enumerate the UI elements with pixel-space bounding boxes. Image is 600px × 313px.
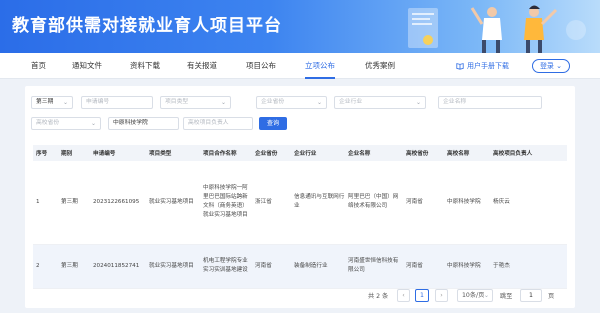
nav-approved-projects[interactable]: 立项公布 xyxy=(305,53,335,79)
apply-no-input[interactable]: 申请编号 xyxy=(81,96,153,109)
prev-page-button[interactable]: ‹ xyxy=(397,289,410,302)
nav-project-announce[interactable]: 项目公布 xyxy=(246,53,276,79)
col-header-enterprise-industry: 企业行业 xyxy=(291,145,345,161)
school-name-input[interactable]: 中原科技学院 xyxy=(108,117,179,130)
cell-school-name: 中原科技学院 xyxy=(444,244,490,289)
col-header-school-province: 高校省份 xyxy=(403,145,444,161)
col-header-school-name: 高校名称 xyxy=(444,145,490,161)
page-size-value: 10条/页 xyxy=(462,292,485,299)
school-province-placeholder: 高校省份 xyxy=(36,120,60,126)
cell-apply-no: 2023122661095 xyxy=(90,161,146,245)
enterprise-province-select[interactable]: 企业省份 ⌄ xyxy=(256,96,327,109)
chevron-down-icon: ⌄ xyxy=(90,120,96,127)
cell-enterprise-name: 阿里巴巴（中国）网络技术有限公司 xyxy=(345,161,403,245)
table-header-row: 序号 期别 申请编号 项目类型 项目合作名称 企业省份 企业行业 企业名称 高校… xyxy=(33,145,567,161)
manual-download-label: 用户手册下载 xyxy=(467,62,509,70)
chevron-down-icon: ⌄ xyxy=(316,99,322,106)
banner-illustration xyxy=(408,5,586,53)
batch-select[interactable]: 第三期 ⌄ xyxy=(31,96,73,109)
chevron-down-icon: ⌄ xyxy=(483,292,489,299)
chevron-down-icon: ⌄ xyxy=(556,62,563,70)
cell-school-leader: 杨庆云 xyxy=(490,161,567,245)
search-button[interactable]: 查询 xyxy=(259,117,287,130)
col-header-enterprise-province: 企业省份 xyxy=(252,145,291,161)
chevron-down-icon: ⌄ xyxy=(220,99,226,106)
chevron-down-icon: ⌄ xyxy=(415,99,421,106)
results-table: 序号 期别 申请编号 项目类型 项目合作名称 企业省份 企业行业 企业名称 高校… xyxy=(33,145,567,289)
col-header-project-name: 项目合作名称 xyxy=(200,145,252,161)
col-header-batch: 期别 xyxy=(58,145,90,161)
total-count: 共 2 条 xyxy=(368,293,389,300)
manual-download-link[interactable]: 用户手册下载 xyxy=(456,53,509,79)
login-button[interactable]: 登录 ⌄ xyxy=(532,59,570,73)
cell-index: 2 xyxy=(33,244,58,289)
results-card: 第三期 ⌄ 申请编号 项目类型 ⌄ 企业省份 ⌄ 企业行业 ⌄ 企业名称 高校省份 ⌄ 中… xyxy=(25,86,575,308)
header-banner: 教育部供需对接就业育人项目平台 xyxy=(0,0,600,53)
enterprise-industry-placeholder: 企业行业 xyxy=(339,99,363,105)
cell-enterprise-industry: 信息通讯与互联网行业 xyxy=(291,161,345,245)
col-header-index: 序号 xyxy=(33,145,58,161)
cell-index: 1 xyxy=(33,161,58,245)
col-header-project-type: 项目类型 xyxy=(146,145,200,161)
cell-project-name: 中原科技学院一阿里巴巴国际站跨新文科（商务英语）就业实习基地项目 xyxy=(200,161,252,245)
batch-select-value: 第三期 xyxy=(36,99,54,105)
cell-project-name: 机电工程学院专业实习实训基地建设 xyxy=(200,244,252,289)
platform-title: 教育部供需对接就业育人项目平台 xyxy=(12,16,282,36)
login-label: 登录 xyxy=(539,62,554,70)
col-header-apply-no: 申请编号 xyxy=(90,145,146,161)
project-type-placeholder: 项目类型 xyxy=(165,99,189,105)
cell-school-province: 河南省 xyxy=(403,244,444,289)
project-type-select[interactable]: 项目类型 ⌄ xyxy=(160,96,231,109)
cell-project-type: 就业实习基地项目 xyxy=(146,244,200,289)
cell-school-leader: 于艳杰 xyxy=(490,244,567,289)
main-nav: 首页 通知文件 资料下载 有关报道 项目公布 立项公布 优秀案例 用户手册下载 … xyxy=(0,53,600,79)
page-unit-label: 页 xyxy=(548,293,555,300)
nav-reports[interactable]: 有关报道 xyxy=(187,53,217,79)
cell-school-province: 河南省 xyxy=(403,161,444,245)
book-icon xyxy=(456,63,464,70)
cell-apply-no: 2024011852741 xyxy=(90,244,146,289)
nav-downloads[interactable]: 资料下载 xyxy=(130,53,160,79)
goto-page-input[interactable]: 1 xyxy=(520,289,542,302)
table-row[interactable]: 1 第三期 2023122661095 就业实习基地项目 中原科技学院一阿里巴巴… xyxy=(33,161,567,245)
cell-enterprise-province: 浙江省 xyxy=(252,161,291,245)
cell-school-name: 中原科技学院 xyxy=(444,161,490,245)
goto-label: 跳至 xyxy=(500,293,513,300)
cell-batch: 第三期 xyxy=(58,161,90,245)
table-row[interactable]: 2 第三期 2024011852741 就业实习基地项目 机电工程学院专业实习实… xyxy=(33,244,567,289)
chevron-down-icon: ⌄ xyxy=(62,99,68,106)
enterprise-province-placeholder: 企业省份 xyxy=(261,99,285,105)
page-size-select[interactable]: 10条/页 ⌄ xyxy=(457,289,493,302)
cell-enterprise-province: 河南省 xyxy=(252,244,291,289)
enterprise-industry-select[interactable]: 企业行业 ⌄ xyxy=(334,96,426,109)
next-page-button[interactable]: › xyxy=(435,289,448,302)
cell-batch: 第三期 xyxy=(58,244,90,289)
school-leader-input[interactable]: 高校项目负责人 xyxy=(183,117,253,130)
school-province-select[interactable]: 高校省份 ⌄ xyxy=(31,117,101,130)
col-header-enterprise-name: 企业名称 xyxy=(345,145,403,161)
cell-project-type: 就业实习基地项目 xyxy=(146,161,200,245)
page-1-button[interactable]: 1 xyxy=(415,289,429,302)
nav-notices[interactable]: 通知文件 xyxy=(72,53,102,79)
nav-home[interactable]: 首页 xyxy=(31,53,46,79)
cell-enterprise-industry: 装备制造行业 xyxy=(291,244,345,289)
cell-enterprise-name: 河南盛世恒信科技有限公司 xyxy=(345,244,403,289)
enterprise-name-input[interactable]: 企业名称 xyxy=(438,96,542,109)
nav-excellent-cases[interactable]: 优秀案例 xyxy=(365,53,395,79)
col-header-school-leader: 高校项目负责人 xyxy=(490,145,567,161)
